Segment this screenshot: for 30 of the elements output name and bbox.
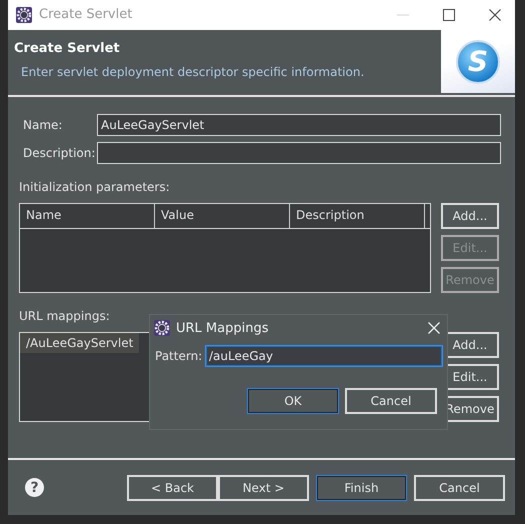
text-field[interactable] [97, 142, 501, 164]
window-title: Create Servlet [39, 7, 132, 22]
button[interactable]: Cancel [345, 388, 437, 414]
list-item[interactable]: /AuLeeGayServlet [20, 333, 140, 354]
gear-icon [16, 6, 32, 23]
dialog-title: URL Mappings [176, 320, 268, 336]
field-label: Description: [23, 146, 96, 160]
field-label: Pattern: [155, 349, 204, 363]
column-header[interactable]: Name [20, 204, 155, 228]
button[interactable]: Next > [218, 474, 309, 501]
help-button[interactable]: ? [25, 478, 44, 498]
column-header[interactable]: Value [155, 204, 290, 228]
button[interactable]: Finish [316, 474, 407, 501]
button[interactable]: OK [247, 388, 339, 414]
close-icon [428, 322, 440, 334]
button[interactable]: < Back [127, 474, 218, 501]
pattern-field[interactable]: /auLeeGay [205, 345, 443, 367]
button[interactable]: Add... [441, 203, 499, 230]
section-label: URL mappings: [19, 309, 111, 326]
page-description: Enter servlet deployment descriptor specific information. [21, 64, 366, 79]
button[interactable]: Cancel [414, 474, 505, 501]
page-title: Create Servlet [14, 40, 121, 56]
text-field[interactable]: AuLeeGayServlet [97, 114, 501, 136]
field-label: Name: [23, 118, 64, 132]
column-header[interactable]: Description [290, 204, 425, 228]
section-label: Initialization parameters: [19, 180, 171, 196]
maximize-icon [443, 8, 455, 21]
logo-icon: S [455, 38, 501, 85]
close-icon [489, 8, 501, 21]
gear-icon [154, 320, 170, 336]
